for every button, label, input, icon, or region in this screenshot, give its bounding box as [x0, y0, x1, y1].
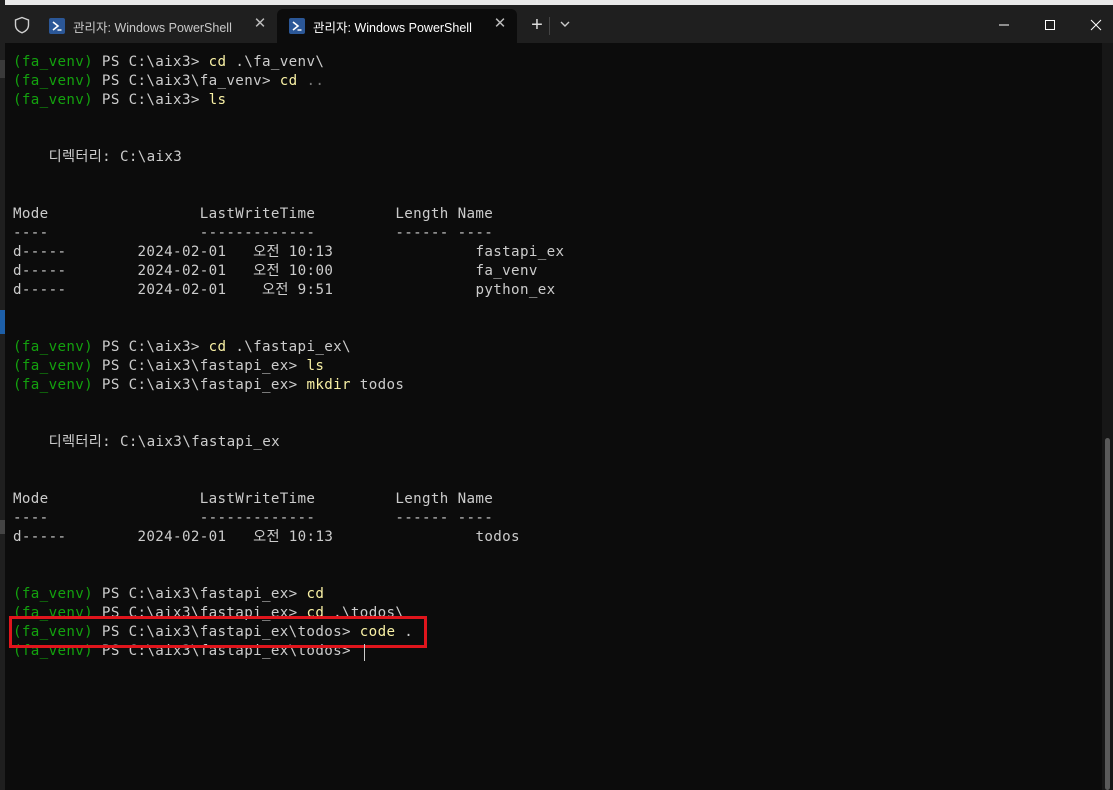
table-divider: ---- ------------- ------ ---- [13, 225, 494, 241]
terminal-line: (fa_venv) PS C:\aix3\fa_venv> cd .. [13, 73, 325, 89]
powershell-icon [289, 18, 305, 34]
table-row: d----- 2024-02-01 오전 9:51 python_ex [13, 282, 556, 298]
terminal-line: (fa_venv) PS C:\aix3\fastapi_ex> mkdir t… [13, 377, 405, 393]
table-row: d----- 2024-02-01 오전 10:00 fa_venv [13, 263, 538, 279]
scrollbar[interactable] [1102, 43, 1113, 790]
terminal-line: (fa_venv) PS C:\aix3\fastapi_ex> ls [13, 358, 325, 374]
table-divider: ---- ------------- ------ ---- [13, 510, 494, 526]
tab-bar: 관리자: Windows PowerShell ✕ 관리자: Windows P… [5, 5, 1113, 43]
terminal-line: (fa_venv) PS C:\aix3\fastapi_ex> cd [13, 586, 325, 602]
close-button[interactable] [1073, 11, 1113, 39]
table-row: d----- 2024-02-01 오전 10:13 todos [13, 529, 520, 545]
directory-heading: 디렉터리: C:\aix3 [13, 149, 183, 165]
tab-separator [549, 17, 550, 35]
terminal-output[interactable]: (fa_venv) PS C:\aix3> cd .\fa_venv\ (fa_… [5, 43, 1102, 790]
powershell-icon [49, 18, 65, 34]
tab-label: 관리자: Windows PowerShell [73, 20, 232, 35]
terminal-line: (fa_venv) PS C:\aix3> cd .\fa_venv\ [13, 54, 325, 70]
maximize-button[interactable] [1027, 11, 1073, 39]
shield-icon [14, 16, 30, 34]
tab-powershell-1[interactable]: 관리자: Windows PowerShell ✕ [37, 9, 277, 43]
terminal-line: (fa_venv) PS C:\aix3> ls [13, 92, 227, 108]
minimize-icon [999, 24, 1009, 26]
tab-powershell-2[interactable]: 관리자: Windows PowerShell ✕ [277, 9, 517, 43]
table-header: Mode LastWriteTime Length Name [13, 491, 494, 507]
scrollbar-thumb[interactable] [1105, 438, 1110, 790]
text-cursor [364, 644, 365, 661]
close-icon[interactable]: ✕ [253, 16, 267, 31]
maximize-icon [1045, 20, 1055, 30]
table-header: Mode LastWriteTime Length Name [13, 206, 494, 222]
tab-label: 관리자: Windows PowerShell [313, 20, 472, 35]
terminal-line: (fa_venv) PS C:\aix3> cd .\fastapi_ex\ [13, 339, 351, 355]
table-row: d----- 2024-02-01 오전 10:13 fastapi_ex [13, 244, 565, 260]
new-tab-button[interactable]: + [528, 15, 546, 35]
close-icon [1090, 19, 1102, 31]
chevron-down-icon[interactable] [558, 17, 572, 31]
directory-heading: 디렉터리: C:\aix3\fastapi_ex [13, 434, 281, 450]
close-icon[interactable]: ✕ [493, 16, 507, 31]
minimize-button[interactable] [981, 11, 1027, 39]
